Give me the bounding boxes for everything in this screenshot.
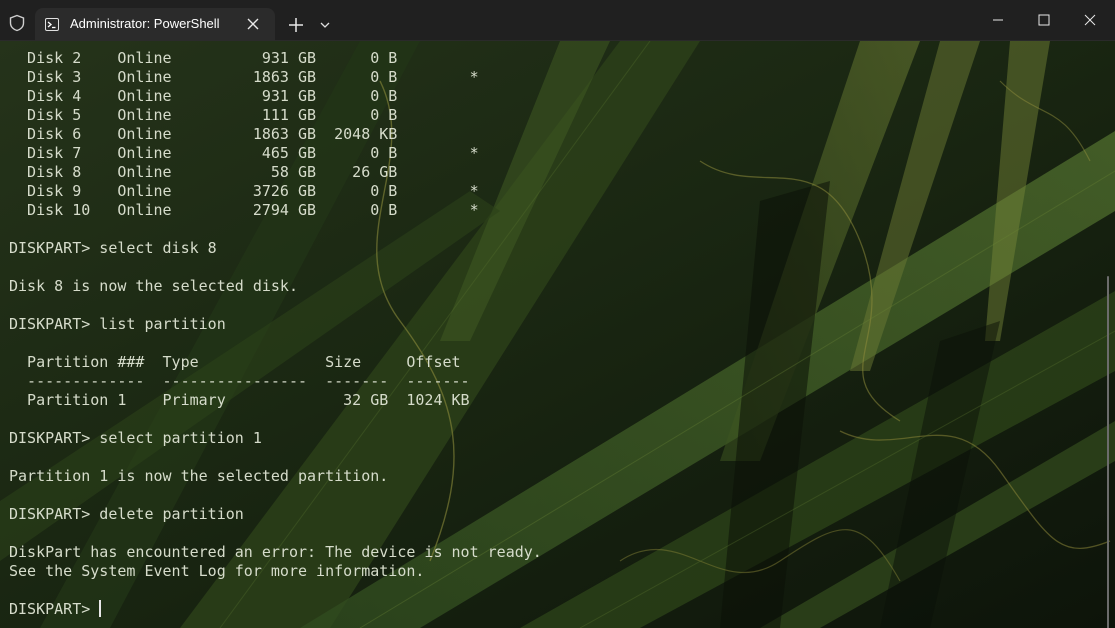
terminal-window: Administrator: PowerShell Disk 2 Online … (0, 0, 1115, 628)
close-button[interactable] (1067, 0, 1113, 41)
close-icon (1084, 14, 1096, 26)
prompt-line[interactable]: DISKPART> (9, 600, 1099, 619)
output-line: DISKPART> delete partition (9, 505, 244, 523)
output-line: DISKPART> select disk 8 (9, 239, 217, 257)
shield-icon[interactable] (8, 14, 26, 32)
tab-powershell[interactable]: Administrator: PowerShell (35, 8, 275, 41)
close-icon[interactable] (245, 16, 261, 32)
output-line: ------------- ---------------- ------- -… (9, 372, 470, 390)
output-line: DISKPART> list partition (9, 315, 226, 333)
output-line: Disk 2 Online 931 GB 0 B (9, 49, 398, 67)
scrollbar[interactable] (1107, 276, 1109, 628)
title-bar: Administrator: PowerShell (0, 0, 1115, 41)
tab-title: Administrator: PowerShell (70, 16, 220, 31)
prompt: DISKPART> (9, 600, 100, 618)
plus-icon[interactable] (286, 15, 306, 35)
maximize-button[interactable] (1021, 0, 1067, 41)
output-line: DISKPART> select partition 1 (9, 429, 262, 447)
output-line: Disk 4 Online 931 GB 0 B (9, 87, 398, 105)
minimize-button[interactable] (975, 0, 1021, 41)
maximize-icon (1038, 14, 1050, 26)
output-line: Partition ### Type Size Offset (9, 353, 461, 371)
output-line: Disk 6 Online 1863 GB 2048 KB (9, 125, 398, 143)
output-line: Disk 3 Online 1863 GB 0 B * (9, 68, 479, 86)
terminal-pane[interactable]: Disk 2 Online 931 GB 0 B Disk 3 Online 1… (0, 41, 1115, 628)
output-line: DiskPart has encountered an error: The d… (9, 543, 542, 561)
output-line: Partition 1 Primary 32 GB 1024 KB (9, 391, 470, 409)
text-cursor (99, 600, 102, 617)
output-line: Disk 9 Online 3726 GB 0 B * (9, 182, 479, 200)
output-line: See the System Event Log for more inform… (9, 562, 425, 580)
output-line: Disk 8 Online 58 GB 26 GB (9, 163, 398, 181)
minimize-icon (993, 19, 1003, 21)
output-line: Partition 1 is now the selected partitio… (9, 467, 389, 485)
chevron-down-icon[interactable] (318, 18, 332, 32)
output-line: Disk 8 is now the selected disk. (9, 277, 298, 295)
output-line: Disk 10 Online 2794 GB 0 B * (9, 201, 479, 219)
powershell-icon (45, 18, 59, 31)
output-line: Disk 7 Online 465 GB 0 B * (9, 144, 479, 162)
terminal-output: Disk 2 Online 931 GB 0 B Disk 3 Online 1… (9, 49, 1099, 619)
output-line: Disk 5 Online 111 GB 0 B (9, 106, 398, 124)
